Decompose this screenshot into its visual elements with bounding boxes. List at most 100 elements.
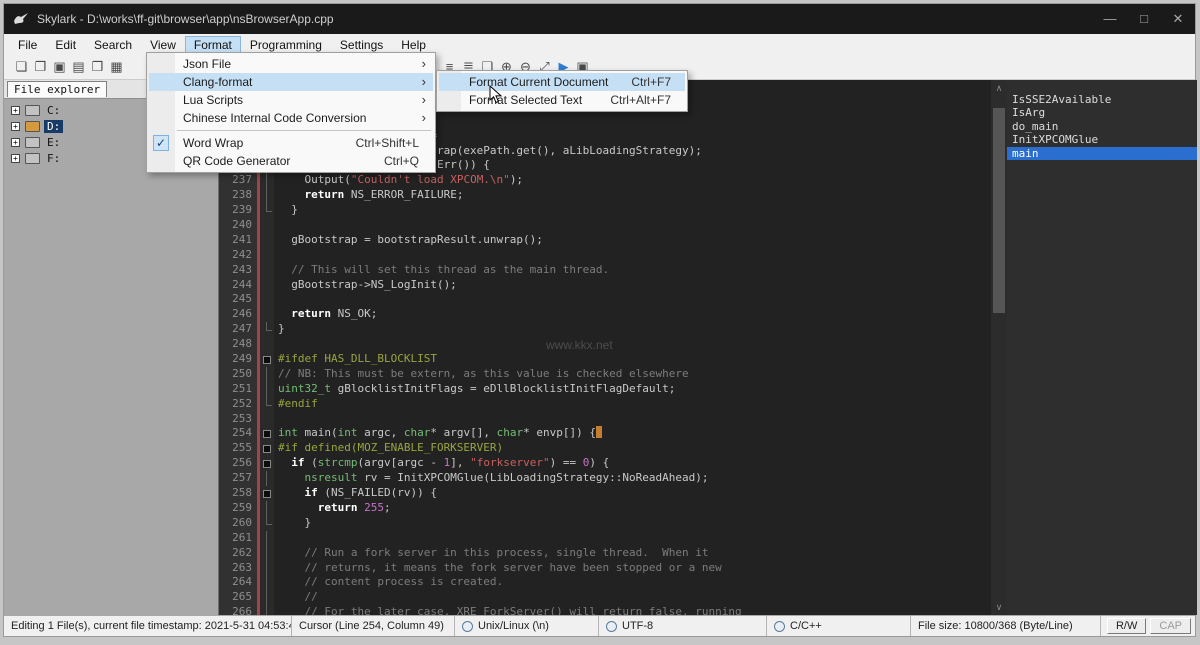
code-text: } [278,322,285,336]
fold-guide [260,412,274,427]
symbol-item-initxpcomglue[interactable]: InitXPCOMGlue [1007,133,1197,146]
open-folder-icon[interactable]: ❐ [31,57,50,77]
readwrite-toggle[interactable]: R/W [1106,618,1147,634]
minimize-button[interactable]: — [1093,4,1127,34]
maximize-button[interactable]: □ [1127,4,1161,34]
code-line: 246 return NS_OK; [219,307,991,322]
editor-vertical-scrollbar[interactable]: ∧ ∨ [991,80,1007,615]
code-text: } [278,515,312,529]
menu-file[interactable]: File [9,36,46,54]
expand-icon[interactable]: + [11,137,20,147]
code-line: 245 [219,292,991,307]
code-text: // content process is created. [278,575,504,589]
code-line: 238 return NS_ERROR_FAILURE; [219,188,991,204]
menu-item-label: Clang-format [183,75,253,89]
fold-guide [260,605,274,615]
fold-toggle-icon[interactable] [260,352,274,367]
code-line: 251 uint32_t gBlocklistInitFlags = eDllBl… [219,381,991,397]
code-line: 256 if (strcmp(argv[argc - 1], "forkserv… [219,456,991,471]
menu-item-chinese-internal-code-conversion[interactable]: Chinese Internal Code Conversion › [149,109,433,127]
code-text: // [278,590,318,604]
fold-toggle-icon[interactable] [260,456,274,471]
tab-file-explorer[interactable]: File explorer [7,81,108,97]
menu-settings[interactable]: Settings [331,36,392,54]
menu-item-word-wrap[interactable]: ✓ Word Wrap Ctrl+Shift+L [149,134,433,152]
symbol-item-isarg[interactable]: IsArg [1007,106,1197,119]
menu-item-lua-scripts[interactable]: Lua Scripts › [149,91,433,109]
code-text: return NS_OK; [291,307,378,321]
scrollbar-thumb[interactable] [993,108,1005,313]
check-icon: ✓ [153,135,169,151]
code-text: // For the later case, XRE_ForkServer() … [278,605,742,615]
status-file-size: File size: 10800/368 (Byte/Line) [911,616,1101,636]
caps-indicator[interactable]: CAP [1150,618,1191,634]
save-icon[interactable]: ▣ [50,57,69,77]
code-line: 250 // NB: This must be extern, as this v… [219,366,991,382]
code-text: if (NS_FAILED(rv)) { [304,486,437,500]
close-button[interactable]: ✕ [1161,4,1195,34]
menu-programming[interactable]: Programming [241,36,331,54]
expand-icon[interactable]: + [11,121,20,131]
code-line: 243 // This will set this thread as the … [219,263,991,278]
expand-icon[interactable]: + [11,105,20,115]
line-number: 247 [232,322,252,336]
menu-shortcut: Ctrl+Alt+F7 [610,93,671,107]
drive-icon [25,120,40,132]
code-line: 253 [219,412,991,427]
menu-item-clang-format[interactable]: Clang-format › [149,73,433,91]
new-file-icon[interactable]: ❏ [12,57,31,77]
menu-search[interactable]: Search [85,36,141,54]
code-line: 258 if (NS_FAILED(rv)) { [219,486,991,501]
drive-icon [25,152,40,164]
fold-guide [260,530,274,546]
line-number: 259 [232,500,252,514]
menu-shortcut: Ctrl+Shift+L [355,136,419,150]
menu-item-format-current-document[interactable]: Format Current Document Ctrl+F7 [439,73,685,91]
scroll-up-icon[interactable]: ∧ [991,81,1007,95]
code-text: // returns, it means the fork server hav… [278,560,722,574]
app-logo-icon [13,11,29,27]
fold-toggle-icon[interactable] [260,426,274,441]
format-menu-dropdown: Json File › Clang-format › Lua Scripts › Chine… [146,52,436,173]
line-number: 261 [232,530,252,544]
save-all-icon[interactable]: ▤ [69,57,88,77]
scroll-down-icon[interactable]: ∨ [991,600,1007,614]
code-text: // Run a fork server in this process, si… [278,545,709,559]
menu-item-qr-code-generator[interactable]: QR Code Generator Ctrl+Q [149,152,433,170]
print-icon[interactable]: ▦ [107,57,126,77]
code-line: 252 #endif [219,396,991,412]
menu-item-json-file[interactable]: Json File › [149,55,433,73]
code-line: 262 // Run a fork server in this process… [219,545,991,561]
code-text: // This will set this thread as the main… [278,262,610,276]
menu-item-label: Json File [183,57,232,71]
menu-format[interactable]: Format [184,35,241,54]
text-cursor [595,426,602,439]
menu-view[interactable]: View [141,36,185,54]
menu-help[interactable]: Help [392,36,435,54]
code-text: return 255; [317,500,391,514]
fold-toggle-icon[interactable] [260,486,274,501]
menu-edit[interactable]: Edit [46,36,85,54]
language-icon [774,620,785,632]
expand-icon[interactable]: + [11,153,20,163]
code-line: 247} [219,322,991,337]
fold-toggle-icon[interactable] [260,441,274,456]
symbol-item-do-main[interactable]: do_main [1007,120,1197,133]
fold-guide [260,381,274,397]
symbol-item-issse2available[interactable]: IsSSE2Available [1007,93,1197,106]
fold-guide [260,590,274,606]
menu-item-format-selected-text[interactable]: Format Selected Text Ctrl+Alt+F7 [439,91,685,109]
symbol-item-main[interactable]: main [1007,146,1197,160]
line-number: 239 [232,203,252,217]
copy-icon[interactable]: ❒ [88,57,107,77]
line-number: 248 [232,337,252,351]
line-number: 265 [232,590,252,604]
fold-guide [260,218,274,233]
status-language: C/C++ [767,616,911,636]
line-number: 260 [232,515,252,529]
